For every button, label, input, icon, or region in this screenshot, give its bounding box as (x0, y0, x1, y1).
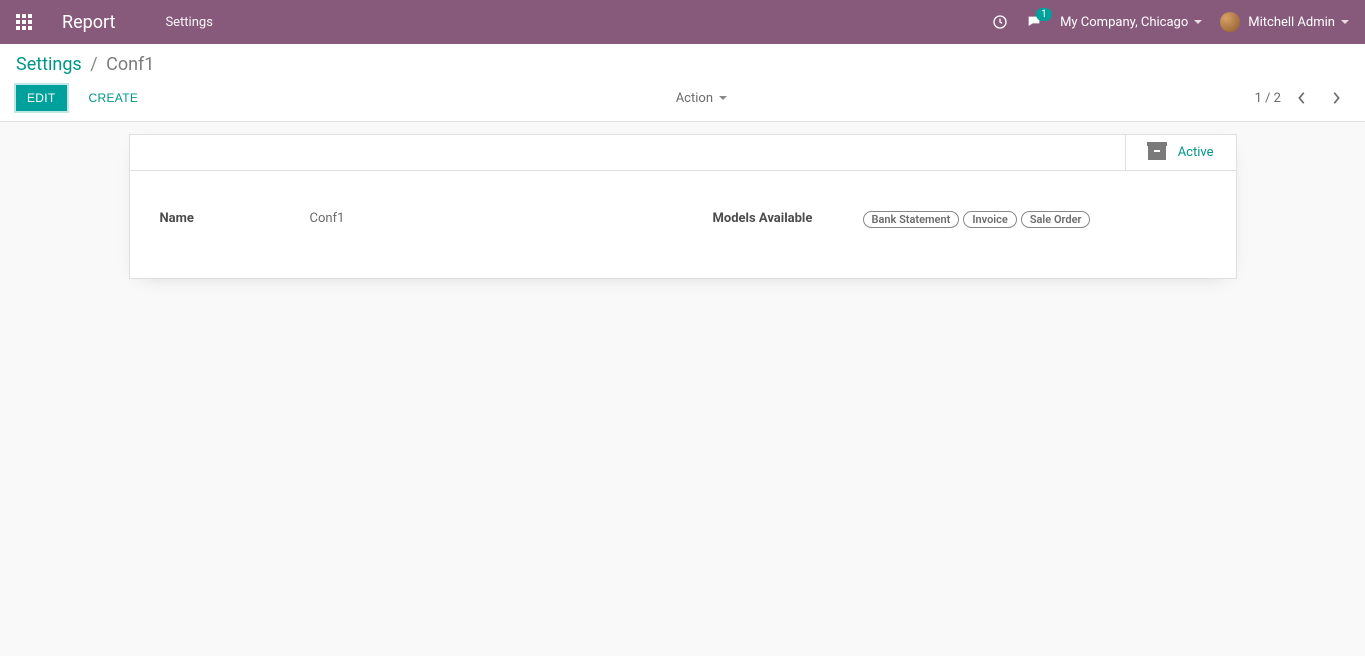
chevron-down-icon (1341, 20, 1349, 24)
messaging-icon[interactable]: 1 (1026, 14, 1042, 30)
company-switcher[interactable]: My Company, Chicago (1060, 15, 1202, 30)
nav-menu-settings[interactable]: Settings (165, 15, 212, 30)
model-tag[interactable]: Sale Order (1021, 211, 1091, 228)
archive-icon (1148, 146, 1166, 160)
action-label: Action (676, 91, 713, 106)
status-bar: Active (130, 135, 1236, 171)
field-value-name: Conf1 (310, 211, 345, 228)
model-tag[interactable]: Invoice (963, 211, 1016, 228)
field-label-name: Name (160, 211, 310, 228)
action-dropdown[interactable]: Action (676, 91, 727, 106)
control-panel: Settings / Conf1 EDIT CREATE Action 1 / … (0, 44, 1365, 122)
breadcrumb: Settings / Conf1 (16, 54, 1349, 75)
breadcrumb-parent[interactable]: Settings (16, 54, 82, 75)
create-button[interactable]: CREATE (79, 86, 149, 110)
pager-prev[interactable] (1289, 85, 1315, 111)
active-label: Active (1178, 145, 1214, 160)
breadcrumb-separator: / (90, 54, 97, 75)
chevron-down-icon (1194, 20, 1202, 24)
field-label-models: Models Available (713, 211, 863, 228)
pager-next[interactable] (1323, 85, 1349, 111)
navbar: Report Settings 1 My Company, Chicago Mi… (0, 0, 1365, 44)
pager-text[interactable]: 1 / 2 (1255, 91, 1281, 106)
edit-button[interactable]: EDIT (16, 85, 67, 111)
chevron-down-icon (719, 96, 727, 100)
activity-icon[interactable] (992, 14, 1008, 30)
messaging-badge: 1 (1036, 8, 1052, 21)
field-value-models: Bank Statement Invoice Sale Order (863, 211, 1091, 228)
app-brand[interactable]: Report (62, 12, 115, 33)
apps-icon[interactable] (16, 14, 32, 30)
breadcrumb-current: Conf1 (106, 54, 154, 75)
company-name: My Company, Chicago (1060, 15, 1188, 30)
active-toggle[interactable]: Active (1125, 135, 1236, 170)
avatar (1220, 12, 1240, 32)
user-menu[interactable]: Mitchell Admin (1220, 12, 1349, 32)
form-sheet: Active Name Conf1 Models Available Bank … (129, 134, 1237, 279)
model-tag[interactable]: Bank Statement (863, 211, 960, 228)
user-name: Mitchell Admin (1248, 15, 1335, 30)
